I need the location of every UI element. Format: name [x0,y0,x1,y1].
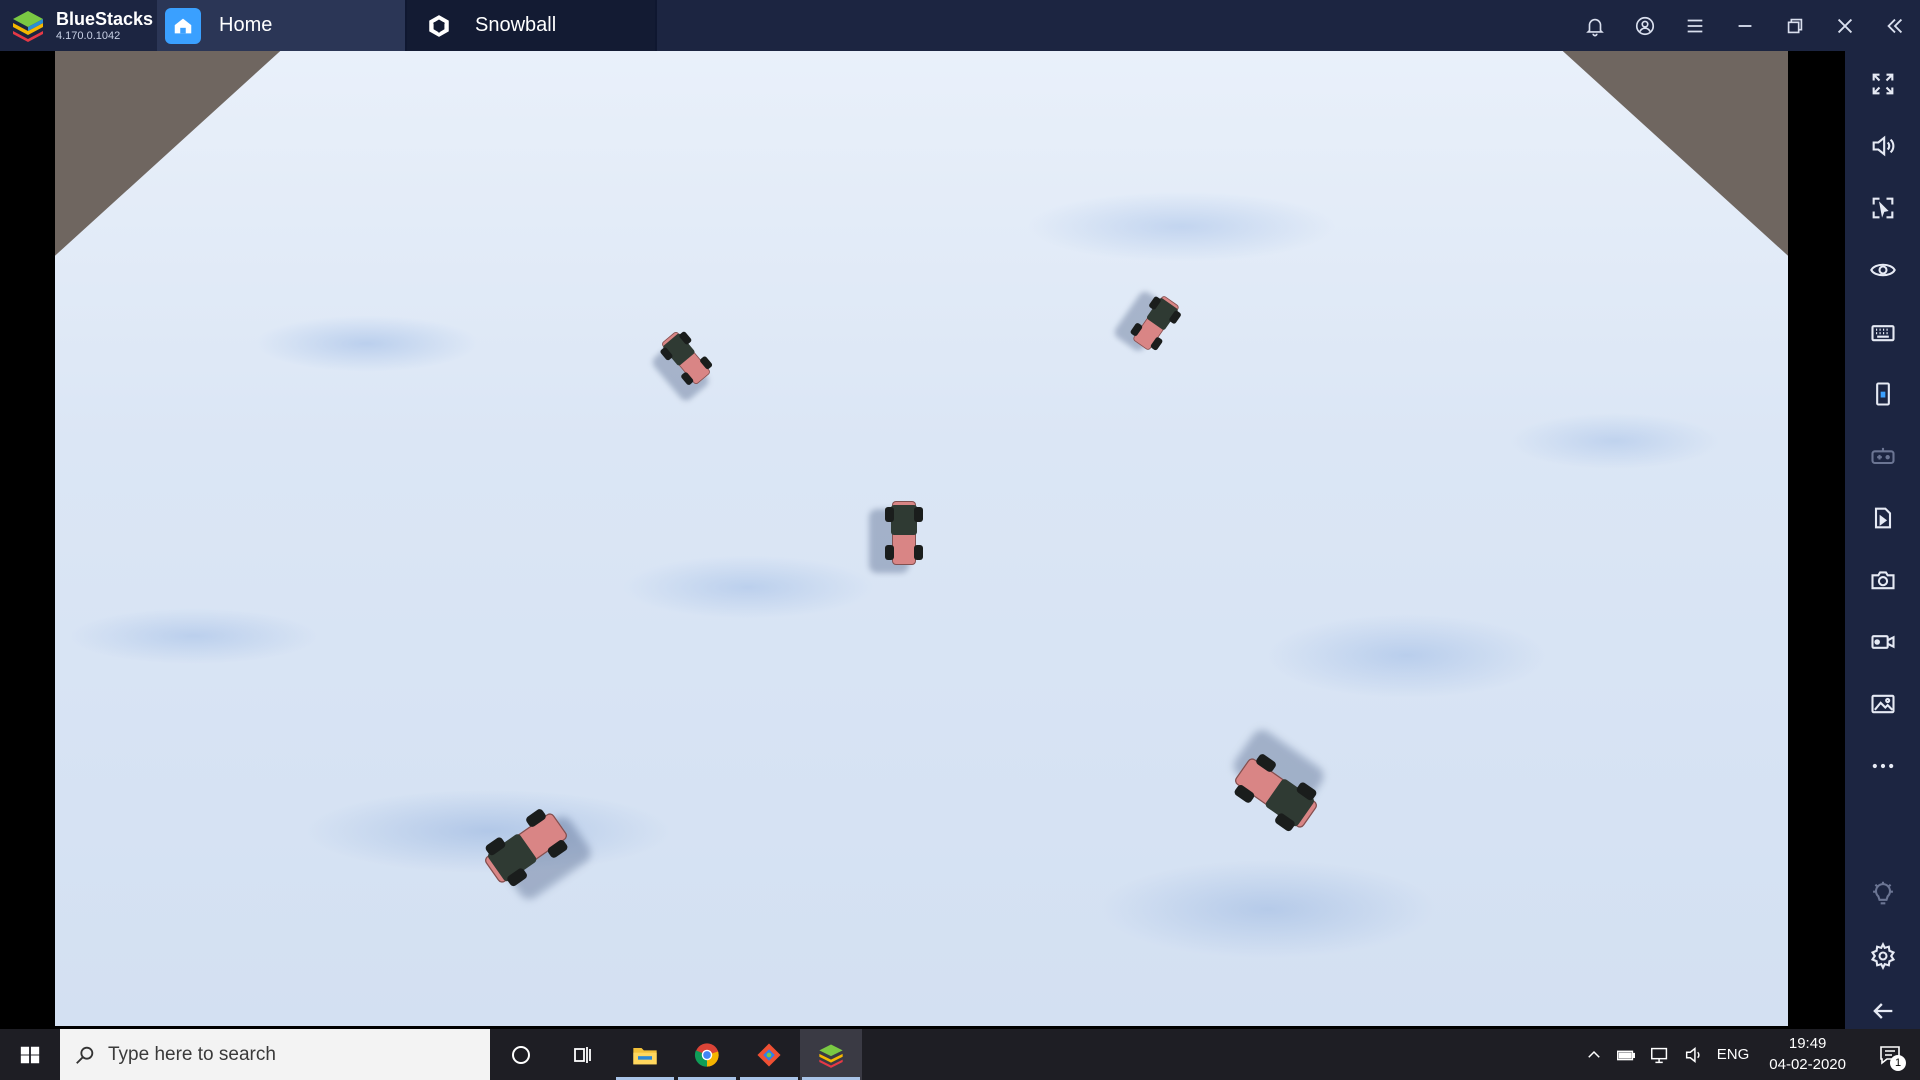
language-indicator[interactable]: ENG [1711,1029,1756,1080]
restore-icon[interactable] [1770,0,1820,51]
tab-snowball[interactable]: Snowball [407,0,657,51]
vehicle-player [869,501,925,573]
bluestacks-icon[interactable] [800,1029,862,1080]
record-icon[interactable] [1845,617,1920,667]
bluestacks-logo-icon [10,8,46,44]
bell-icon[interactable] [1570,0,1620,51]
game-area[interactable] [0,51,1845,1029]
lock-cursor-icon[interactable] [1845,183,1920,233]
eye-icon[interactable] [1845,245,1920,295]
windows-icon [20,1046,40,1063]
tab-snowball-label: Snowball [475,14,557,36]
taskbar-clock[interactable]: 19:49 04-02-2020 [1755,1034,1860,1075]
taskbar-search-box[interactable]: Type here to search [60,1029,490,1080]
back-icon[interactable] [1845,993,1920,1029]
volume-icon[interactable] [1845,121,1920,171]
tab-home[interactable]: Home [157,0,407,51]
brightness-icon[interactable] [1845,869,1920,919]
game-viewport[interactable] [55,51,1788,1026]
close-icon[interactable] [1820,0,1870,51]
app-version: 4.170.0.1042 [56,29,121,42]
chrome-icon[interactable] [676,1029,738,1080]
notification-center-icon[interactable]: 1 [1860,1029,1920,1080]
install-apk-icon[interactable] [1845,493,1920,543]
settings-icon[interactable] [1845,931,1920,981]
media-folder-icon[interactable] [1845,679,1920,729]
minimize-icon[interactable] [1720,0,1770,51]
title-bar: BlueStacks 4.170.0.1042 Home Snowball [0,0,1920,51]
start-button[interactable] [0,1029,60,1080]
camera-icon[interactable] [1845,555,1920,605]
clock-date: 04-02-2020 [1769,1055,1846,1073]
collapse-sidebar-icon[interactable] [1870,0,1920,51]
right-toolbar [1845,51,1920,1029]
speaker-icon[interactable] [1677,1029,1711,1080]
rotate-device-icon[interactable] [1845,369,1920,419]
git-icon[interactable] [738,1029,800,1080]
tab-home-label: Home [219,14,273,36]
more-icon[interactable] [1845,741,1920,791]
brand: BlueStacks 4.170.0.1042 [0,0,157,51]
file-explorer-icon[interactable] [614,1029,676,1080]
app-name: BlueStacks [56,8,154,29]
battery-icon[interactable] [1609,1029,1643,1080]
system-tray: ENG 19:49 04-02-2020 1 [1579,1029,1920,1080]
fullscreen-icon[interactable] [1845,59,1920,109]
notification-count: 1 [1890,1055,1906,1071]
clock-time: 19:49 [1788,1035,1827,1053]
chevron-up-icon[interactable] [1579,1029,1609,1080]
home-icon [165,7,201,44]
keyboard-icon[interactable] [1845,307,1920,357]
search-icon [76,1046,94,1064]
account-icon[interactable] [1620,0,1670,51]
cortana-icon[interactable] [490,1029,552,1080]
search-placeholder: Type here to search [108,1043,276,1065]
gamepad-icon[interactable] [1845,431,1920,481]
unity-icon [421,8,457,44]
menu-icon[interactable] [1670,0,1720,51]
task-view-icon[interactable] [552,1029,614,1080]
windows-taskbar: Type here to search ENG 19:49 04-02-2020… [0,1029,1920,1080]
network-icon[interactable] [1643,1029,1677,1080]
